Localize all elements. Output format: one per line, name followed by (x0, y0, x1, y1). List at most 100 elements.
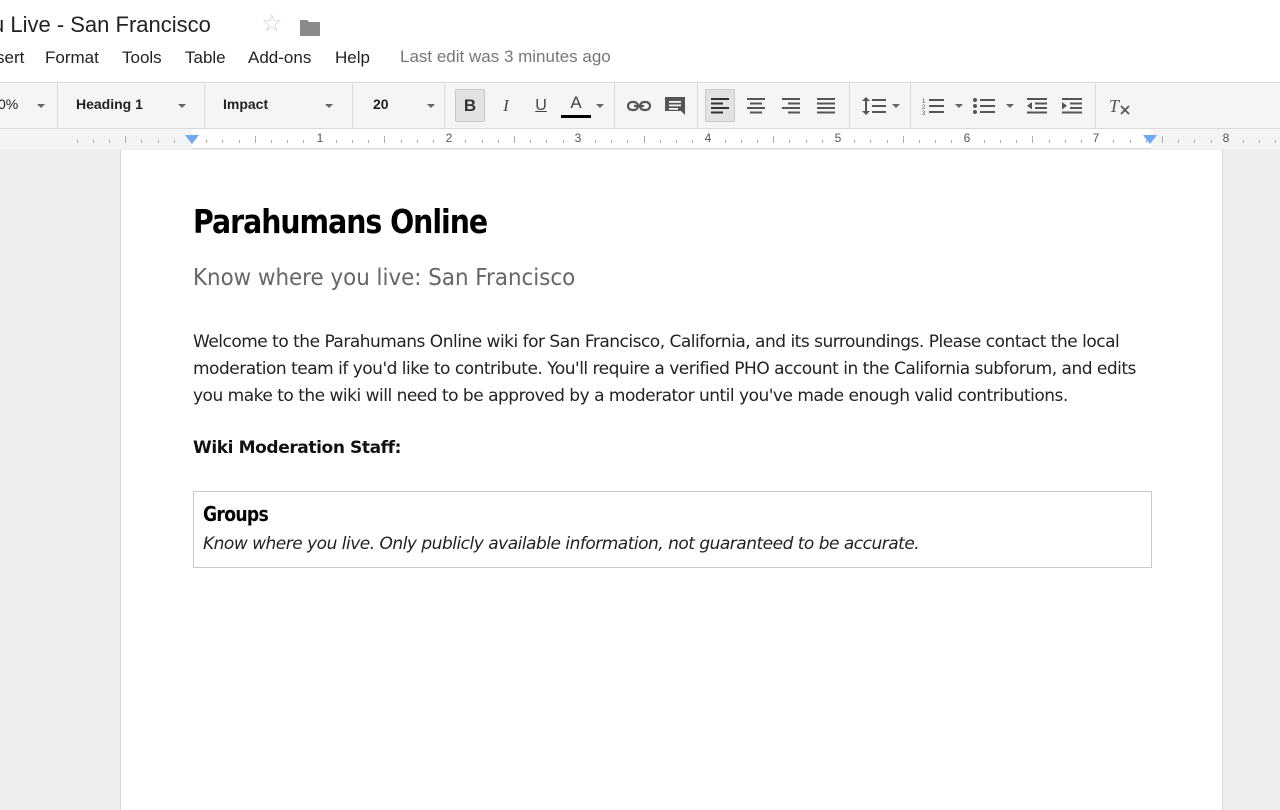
ruler-tick (822, 140, 823, 143)
document-heading[interactable]: Parahumans Online (193, 202, 488, 241)
toolbar-divider (57, 83, 58, 129)
clear-formatting-button[interactable]: T (1105, 89, 1135, 122)
clear-formatting-icon: T (1109, 97, 1130, 115)
text-color-button[interactable]: A (561, 89, 591, 122)
style-caret-icon[interactable] (178, 104, 186, 108)
comment-icon (665, 96, 685, 115)
ruler-tick (498, 140, 499, 143)
ruler-tick (530, 140, 531, 143)
ruler-tick (401, 140, 402, 143)
decrease-indent-button[interactable] (1022, 89, 1052, 122)
menu-insert[interactable]: sert (0, 48, 24, 68)
increase-indent-button[interactable] (1057, 89, 1087, 122)
last-edit-status[interactable]: Last edit was 3 minutes ago (400, 47, 611, 67)
ruler-tick (482, 140, 483, 143)
document-subtitle[interactable]: Know where you live: San Francisco (193, 265, 575, 291)
align-left-button[interactable] (705, 89, 735, 122)
ruler-number: 6 (963, 131, 971, 145)
ruler-tick (174, 140, 175, 143)
italic-icon: I (503, 95, 509, 115)
menu-table[interactable]: Table (185, 48, 226, 68)
style-select[interactable]: Heading 1 (76, 96, 143, 112)
table-description[interactable]: Know where you live. Only publicly avail… (203, 534, 920, 554)
justify-button[interactable] (811, 89, 841, 122)
table-title[interactable]: Groups (203, 502, 269, 526)
decrease-indent-icon (1027, 97, 1047, 113)
ruler-tick (1065, 140, 1066, 143)
ruler-tick (1016, 140, 1017, 143)
align-center-icon (747, 97, 765, 113)
ruler-tick (984, 140, 985, 143)
ruler-tick (1049, 140, 1050, 143)
bold-button[interactable]: B (455, 89, 485, 122)
ruler-tick (741, 140, 742, 143)
menu-help[interactable]: Help (335, 48, 370, 68)
left-indent-marker-icon[interactable] (185, 135, 199, 144)
svg-text:T: T (1109, 97, 1121, 115)
ruler-tick (1211, 140, 1212, 143)
insert-link-button[interactable] (624, 89, 654, 122)
increase-indent-icon (1062, 97, 1082, 113)
toolbar-divider (444, 83, 445, 129)
bulleted-list-caret-icon[interactable] (1006, 104, 1014, 108)
ruler-tick (514, 136, 515, 143)
menu-add-ons[interactable]: Add-ons (248, 48, 311, 68)
ruler[interactable]: 1 2 3 4 5 6 7 8 (0, 129, 1280, 149)
menu-format[interactable]: Format (45, 48, 99, 68)
star-icon[interactable]: ☆ (261, 12, 283, 36)
toolbar-divider (1095, 83, 1096, 129)
font-size-caret-icon[interactable] (427, 104, 435, 108)
ruler-tick (660, 140, 661, 143)
ruler-tick (757, 140, 758, 143)
insert-comment-button[interactable] (660, 89, 690, 122)
document-title[interactable]: u Live - San Francisco (0, 12, 211, 38)
link-icon (627, 100, 651, 111)
font-select[interactable]: Impact (223, 96, 268, 112)
ruler-tick (1194, 140, 1195, 143)
ruler-margin-left (0, 129, 192, 149)
folder-icon[interactable] (299, 17, 321, 37)
numbered-list-icon: 1 2 3 (922, 98, 944, 115)
ruler-tick (465, 140, 466, 143)
numbered-list-button[interactable]: 1 2 3 (918, 89, 948, 122)
ruler-tick (1243, 140, 1244, 143)
ruler-number: 2 (445, 131, 453, 145)
text-color-caret-icon[interactable] (596, 104, 604, 108)
italic-button[interactable]: I (491, 89, 521, 122)
moderation-staff-label[interactable]: Wiki Moderation Staff: (193, 438, 401, 458)
document-page[interactable]: Parahumans Online Know where you live: S… (120, 150, 1223, 810)
ruler-tick (806, 140, 807, 143)
zoom-caret-icon[interactable] (37, 104, 45, 108)
toolbar-divider (910, 83, 911, 129)
menu-tools[interactable]: Tools (122, 48, 162, 68)
ruler-tick (1032, 136, 1033, 143)
font-size-select[interactable]: 20 (373, 96, 389, 112)
ruler-tick (546, 140, 547, 143)
ruler-tick (303, 140, 304, 143)
underline-button[interactable]: U (526, 89, 556, 122)
ruler-number: 7 (1092, 131, 1100, 145)
bulleted-list-button[interactable] (969, 89, 999, 122)
title-bar: u Live - San Francisco ☆ sert Format Too… (0, 0, 1280, 82)
ruler-tick (1113, 140, 1114, 143)
line-spacing-caret-icon[interactable] (892, 104, 900, 108)
ruler-tick (725, 140, 726, 143)
groups-table[interactable]: Groups Know where you live. Only publicl… (193, 491, 1152, 568)
line-spacing-button[interactable] (859, 89, 889, 122)
ruler-tick (870, 140, 871, 143)
ruler-tick (158, 140, 159, 143)
ruler-tick (384, 136, 385, 143)
ruler-number: 3 (574, 131, 582, 145)
align-right-button[interactable] (776, 89, 806, 122)
font-caret-icon[interactable] (325, 104, 333, 108)
ruler-tick (595, 140, 596, 143)
right-indent-marker-icon[interactable] (1143, 135, 1157, 144)
ruler-tick (239, 140, 240, 143)
ruler-number: 5 (834, 131, 842, 145)
document-paragraph[interactable]: Welcome to the Parahumans Online wiki fo… (193, 329, 1158, 410)
ruler-tick (676, 140, 677, 143)
numbered-list-caret-icon[interactable] (955, 104, 963, 108)
svg-text:3: 3 (922, 111, 926, 115)
zoom-select[interactable]: 0% (0, 96, 18, 112)
align-center-button[interactable] (741, 89, 771, 122)
